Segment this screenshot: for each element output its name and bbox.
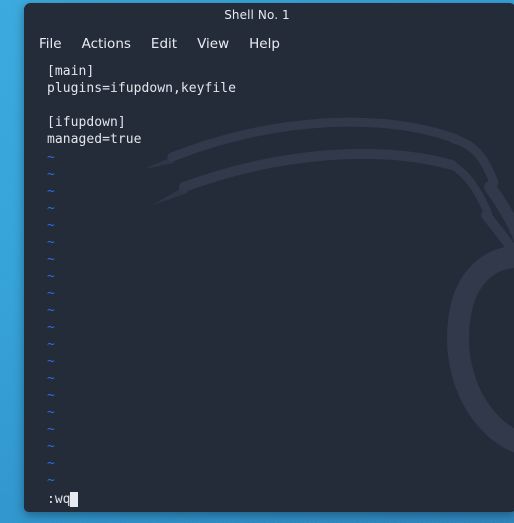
window-title: Shell No. 1 — [224, 8, 290, 22]
vim-empty-line-marker: ~ — [47, 371, 55, 386]
terminal-line: plugins=ifupdown,keyfile — [47, 81, 237, 96]
vim-empty-line-marker: ~ — [47, 456, 55, 471]
menu-item-help[interactable]: Help — [239, 34, 290, 54]
vim-empty-line-marker: ~ — [47, 150, 55, 165]
vim-empty-line-marker: ~ — [47, 354, 55, 369]
terminal-window: Shell No. 1 File Actions Edit View Help — [24, 3, 514, 512]
vim-command-text: :wq — [47, 492, 71, 507]
vim-empty-line-marker: ~ — [47, 320, 55, 335]
vim-empty-line-marker: ~ — [47, 167, 55, 182]
vim-command-line[interactable]: :wq — [47, 491, 79, 508]
terminal-line: [ifupdown] — [47, 115, 126, 130]
vim-empty-line-marker: ~ — [47, 252, 55, 267]
terminal-line: managed=true — [47, 132, 142, 147]
vim-empty-line-marker: ~ — [47, 286, 55, 301]
menu-item-actions[interactable]: Actions — [72, 34, 141, 54]
menu-item-view[interactable]: View — [187, 34, 239, 54]
vim-empty-line-marker: ~ — [47, 388, 55, 403]
vim-empty-line-marker: ~ — [47, 337, 55, 352]
vim-empty-line-marker: ~ — [47, 184, 55, 199]
terminal-line: [main] — [47, 64, 95, 79]
text-cursor — [70, 492, 79, 507]
vim-empty-line-marker: ~ — [47, 201, 55, 216]
terminal-text-layer: [main] plugins=ifupdown,keyfile [ifupdown]… — [24, 57, 514, 512]
vim-empty-line-marker: ~ — [47, 235, 55, 250]
terminal-body[interactable]: [main] plugins=ifupdown,keyfile [ifupdown]… — [24, 57, 514, 512]
menu-item-file[interactable]: File — [29, 34, 72, 54]
window-titlebar[interactable]: Shell No. 1 — [24, 3, 514, 30]
vim-empty-line-marker: ~ — [47, 218, 55, 233]
vim-empty-line-marker: ~ — [47, 269, 55, 284]
vim-empty-line-marker: ~ — [47, 439, 55, 454]
vim-empty-line-marker: ~ — [47, 303, 55, 318]
vim-empty-line-marker: ~ — [47, 405, 55, 420]
vim-empty-line-marker: ~ — [47, 473, 55, 488]
menu-item-edit[interactable]: Edit — [141, 34, 187, 54]
menubar: File Actions Edit View Help — [24, 31, 290, 57]
vim-empty-line-marker: ~ — [47, 422, 55, 437]
